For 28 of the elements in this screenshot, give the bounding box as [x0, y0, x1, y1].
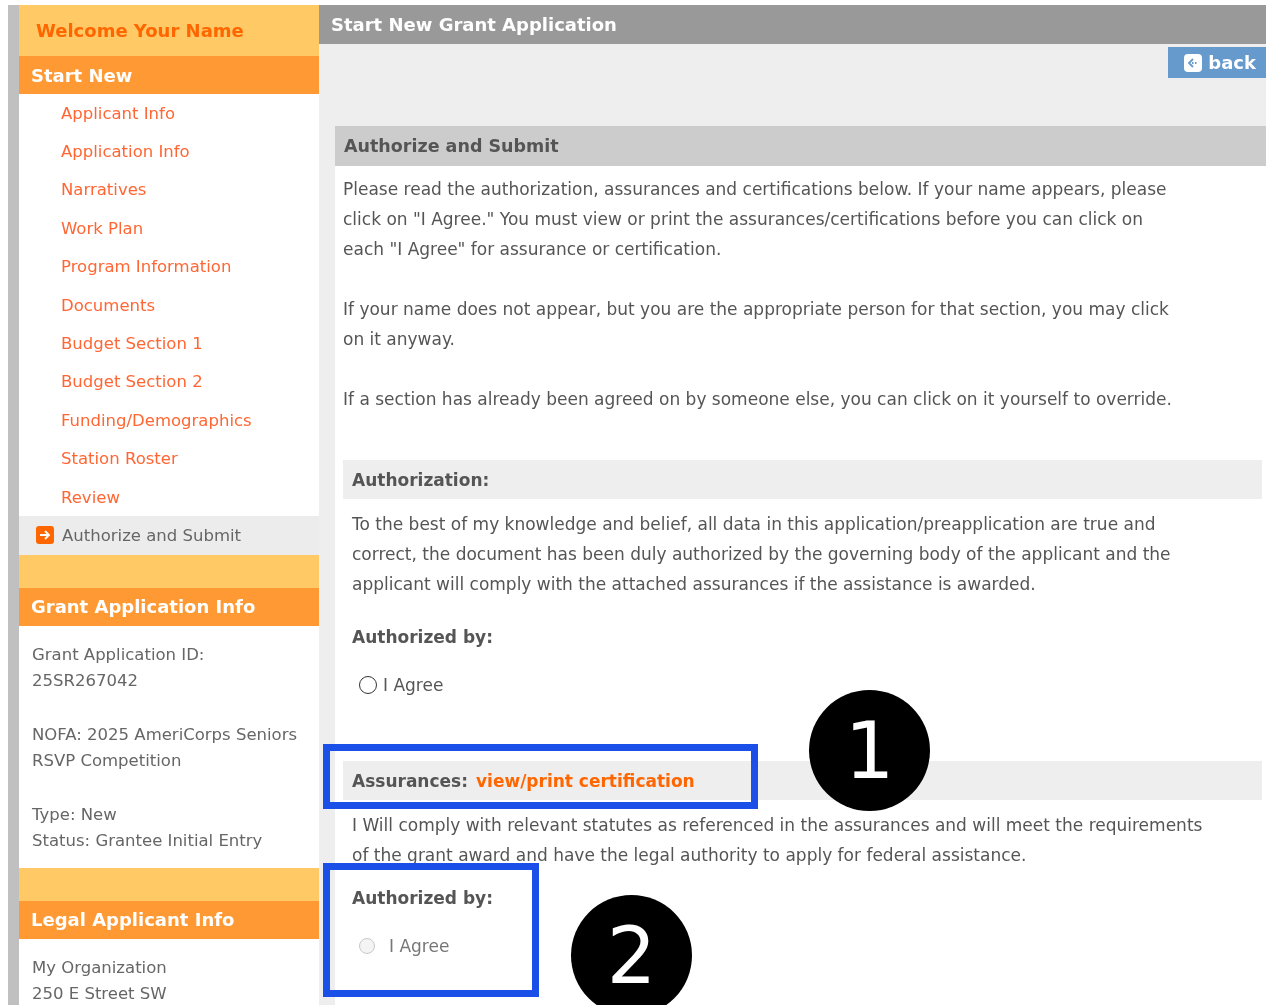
- info-text: Grant Application ID:: [32, 643, 206, 666]
- authorized-by-label: Authorized by:: [351, 626, 494, 647]
- info-text: Type: New: [32, 803, 118, 826]
- agree-label: I Agree: [383, 675, 444, 695]
- section-text: I Will comply with relevant statutes as referenced in the assurances and will meet the requirements of the grant award and have the legal authority to apply for federal assistance.: [351, 814, 1204, 867]
- authorized-by-label: Authorized by:: [351, 887, 494, 908]
- info-text: My Organization: [32, 956, 168, 979]
- nav-link[interactable]: Authorize and Submit: [19, 516, 319, 555]
- agree-radio[interactable]: [359, 676, 377, 694]
- view-print-link[interactable]: view/print certification: [476, 770, 695, 791]
- instruction-text: If a section has already been agreed on by someone else, you can click on it yourself to override.: [343, 388, 1173, 411]
- section-header: Grant Application Info: [19, 587, 319, 626]
- info-text: NOFA: 2025 AmeriCorps Seniors RSVP Competition: [32, 723, 299, 772]
- welcome-header: Welcome Your Name: [19, 5, 319, 56]
- section-header: Legal Applicant Info: [19, 900, 319, 939]
- section-header: Start New: [19, 56, 319, 94]
- instruction-text: Please read the authorization, assurances and certifications below. If your name appears, please click on "I Agree." You must view or print the assurances/certifications before you can click on each "I Agree" for assurance or certification.: [343, 178, 1168, 261]
- agree-label: I Agree: [389, 936, 450, 956]
- page-title: Start New Grant Application: [319, 5, 1266, 44]
- section-title: Authorization:: [352, 469, 490, 490]
- section-text: To the best of my knowledge and belief, all data in this application/preapplication are true and correct, the document has been duly authorized by the governing body of the applicant and the applicant will comply with the attached assurances if the assistance is awarded.: [351, 513, 1172, 596]
- section-title: Assurances:: [352, 770, 468, 791]
- back-button[interactable]: back: [1168, 47, 1266, 78]
- panel-header: Authorize and Submit: [335, 126, 1266, 166]
- info-text: 250 E Street SW: [32, 982, 168, 1005]
- info-text: 25SR267042: [32, 669, 139, 692]
- instruction-text: If your name does not appear, but you are the appropriate person for that section, you may click on it anyway.: [343, 298, 1170, 351]
- info-text: Status: Grantee Initial Entry: [32, 829, 264, 852]
